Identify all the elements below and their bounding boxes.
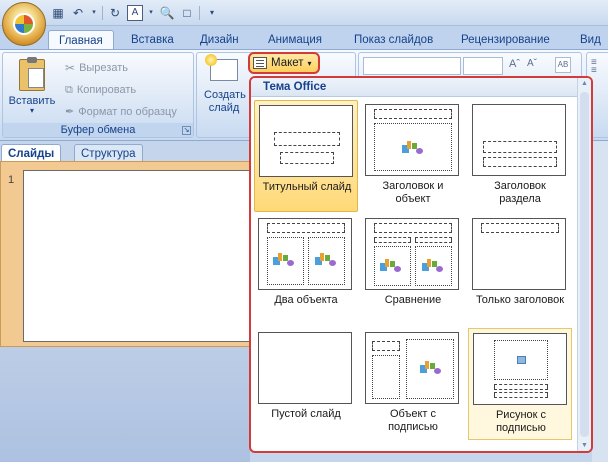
slides-list: 1 [0, 161, 253, 347]
scroll-down-icon[interactable]: ▼ [581, 442, 588, 449]
tab-outline[interactable]: Структура [74, 144, 143, 162]
layout-two-content[interactable]: Два объекта [254, 214, 358, 326]
save-icon[interactable]: ▦ [50, 5, 66, 21]
layout-label: Рисунок с подписью [495, 409, 547, 434]
layout-preview [472, 104, 566, 176]
copy-icon: ⧉ [65, 84, 73, 96]
scrollbar-thumb[interactable] [580, 92, 589, 437]
paste-button[interactable]: Вставить ▾ [7, 57, 57, 115]
redo-icon[interactable]: ↻ [107, 5, 123, 21]
tab-animation[interactable]: Анимация [268, 30, 322, 50]
slide-number: 1 [8, 174, 15, 186]
gallery-header: Тема Office [251, 78, 591, 97]
layout-preview [472, 218, 566, 290]
layout-label: Заголовок и объект [382, 180, 444, 205]
layout-dropdown-icon: ▾ [307, 58, 312, 68]
layout-title-and-content[interactable]: Заголовок и объект [361, 100, 465, 212]
layout-preview [365, 104, 459, 176]
tab-insert[interactable]: Вставка [131, 30, 174, 50]
layout-preview [365, 218, 459, 290]
gallery-scrollbar[interactable]: ▲ ▼ [577, 78, 591, 451]
layout-gallery: Тема Office ▲ ▼ Титульный слайд Заголово… [249, 76, 593, 453]
editor-edge [592, 141, 608, 462]
clipboard-dialog-launcher-icon[interactable]: ↘ [182, 126, 191, 135]
layout-title-only[interactable]: Только заголовок [468, 214, 572, 326]
layout-preview [473, 333, 567, 405]
shrink-font-icon[interactable]: Aˇ [527, 58, 537, 69]
layout-button[interactable]: Макет ▾ [248, 52, 320, 74]
layout-preview [365, 332, 459, 404]
clipboard-group: Вставить ▾ ✂ Вырезать ⧉ Копировать ✒ Фор… [2, 52, 194, 138]
layout-label: Заголовок раздела [494, 180, 546, 205]
copy-button[interactable]: ⧉ Копировать [65, 81, 136, 99]
office-button[interactable] [2, 2, 46, 46]
font-color-icon[interactable]: A [127, 5, 143, 21]
layout-label: Макет [271, 57, 304, 69]
format-painter-label: Формат по образцу [78, 106, 177, 118]
layout-blank[interactable]: Пустой слайд [254, 328, 358, 440]
object-placeholder-icon [402, 141, 424, 155]
undo-dropdown-icon[interactable]: ▾ [90, 5, 98, 21]
layout-label: Объект с подписью [388, 408, 438, 433]
tab-design[interactable]: Дизайн [200, 30, 239, 50]
slide-thumbnail[interactable] [23, 170, 253, 342]
paste-dropdown-icon: ▾ [29, 106, 34, 115]
layout-label: Два объекта [274, 294, 338, 306]
slides-pane: Слайды Структура 1 [0, 141, 253, 462]
tab-review[interactable]: Рецензирование [461, 30, 550, 50]
ribbon-tabs: Главная Вставка Дизайн Анимация Показ сл… [0, 26, 608, 50]
font-dropdown-icon[interactable]: ▾ [147, 5, 155, 21]
grow-font-icon[interactable]: Aˆ [509, 58, 520, 70]
slides-pane-empty [0, 347, 250, 462]
paste-icon [19, 57, 45, 91]
new-document-icon[interactable]: □ [179, 5, 195, 21]
cut-label: Вырезать [79, 62, 128, 74]
office-logo-icon [13, 13, 35, 35]
copy-label: Копировать [76, 84, 137, 96]
layout-preview [258, 218, 352, 290]
layout-title-slide[interactable]: Титульный слайд [254, 100, 358, 212]
clipboard-group-label: Буфер обмена [3, 123, 193, 137]
format-painter-button[interactable]: ✒ Формат по образцу [65, 103, 177, 121]
layout-icon [253, 57, 267, 69]
print-preview-icon[interactable]: 🔍 [159, 5, 175, 21]
quick-access-toolbar: ▦ ↶ ▾ ↻ A ▾ 🔍 □ ▾ [50, 4, 220, 22]
layout-label: Только заголовок [475, 294, 565, 306]
layout-section-header[interactable]: Заголовок раздела [468, 100, 572, 212]
title-bar: ▦ ↶ ▾ ↻ A ▾ 🔍 □ ▾ [0, 0, 608, 26]
tab-slideshow[interactable]: Показ слайдов [354, 30, 433, 50]
new-slide-icon [205, 54, 238, 81]
clear-format-icon[interactable]: AB [555, 57, 571, 73]
font-size-box[interactable] [463, 57, 503, 75]
tab-slides[interactable]: Слайды [1, 144, 62, 162]
layout-comparison[interactable]: Сравнение [361, 214, 465, 326]
cut-button[interactable]: ✂ Вырезать [65, 59, 128, 77]
layout-label: Сравнение [384, 294, 442, 306]
layout-picture-with-caption[interactable]: Рисунок с подписью [468, 328, 572, 440]
layout-content-with-caption[interactable]: Объект с подписью [361, 328, 465, 440]
layout-label: Титульный слайд [262, 181, 352, 193]
font-name-box[interactable] [363, 57, 461, 75]
brush-icon: ✒ [65, 106, 75, 118]
tab-home[interactable]: Главная [48, 30, 114, 50]
undo-icon[interactable]: ↶ [70, 5, 86, 21]
bullets-icon[interactable]: ≡ ≡ [591, 58, 597, 76]
layout-preview [259, 105, 353, 177]
qat-separator [102, 6, 103, 20]
tab-view[interactable]: Вид [580, 30, 601, 50]
layout-preview [258, 332, 352, 404]
scroll-up-icon[interactable]: ▲ [581, 80, 588, 87]
scissors-icon: ✂ [65, 61, 76, 75]
picture-placeholder-icon [517, 356, 526, 364]
customize-qat-icon[interactable]: ▾ [204, 5, 220, 21]
new-slide-label: Создать слайд [204, 89, 246, 114]
qat-separator-2 [199, 6, 200, 20]
layout-label: Пустой слайд [271, 408, 341, 420]
new-slide-button[interactable]: Создать слайд [199, 54, 249, 115]
